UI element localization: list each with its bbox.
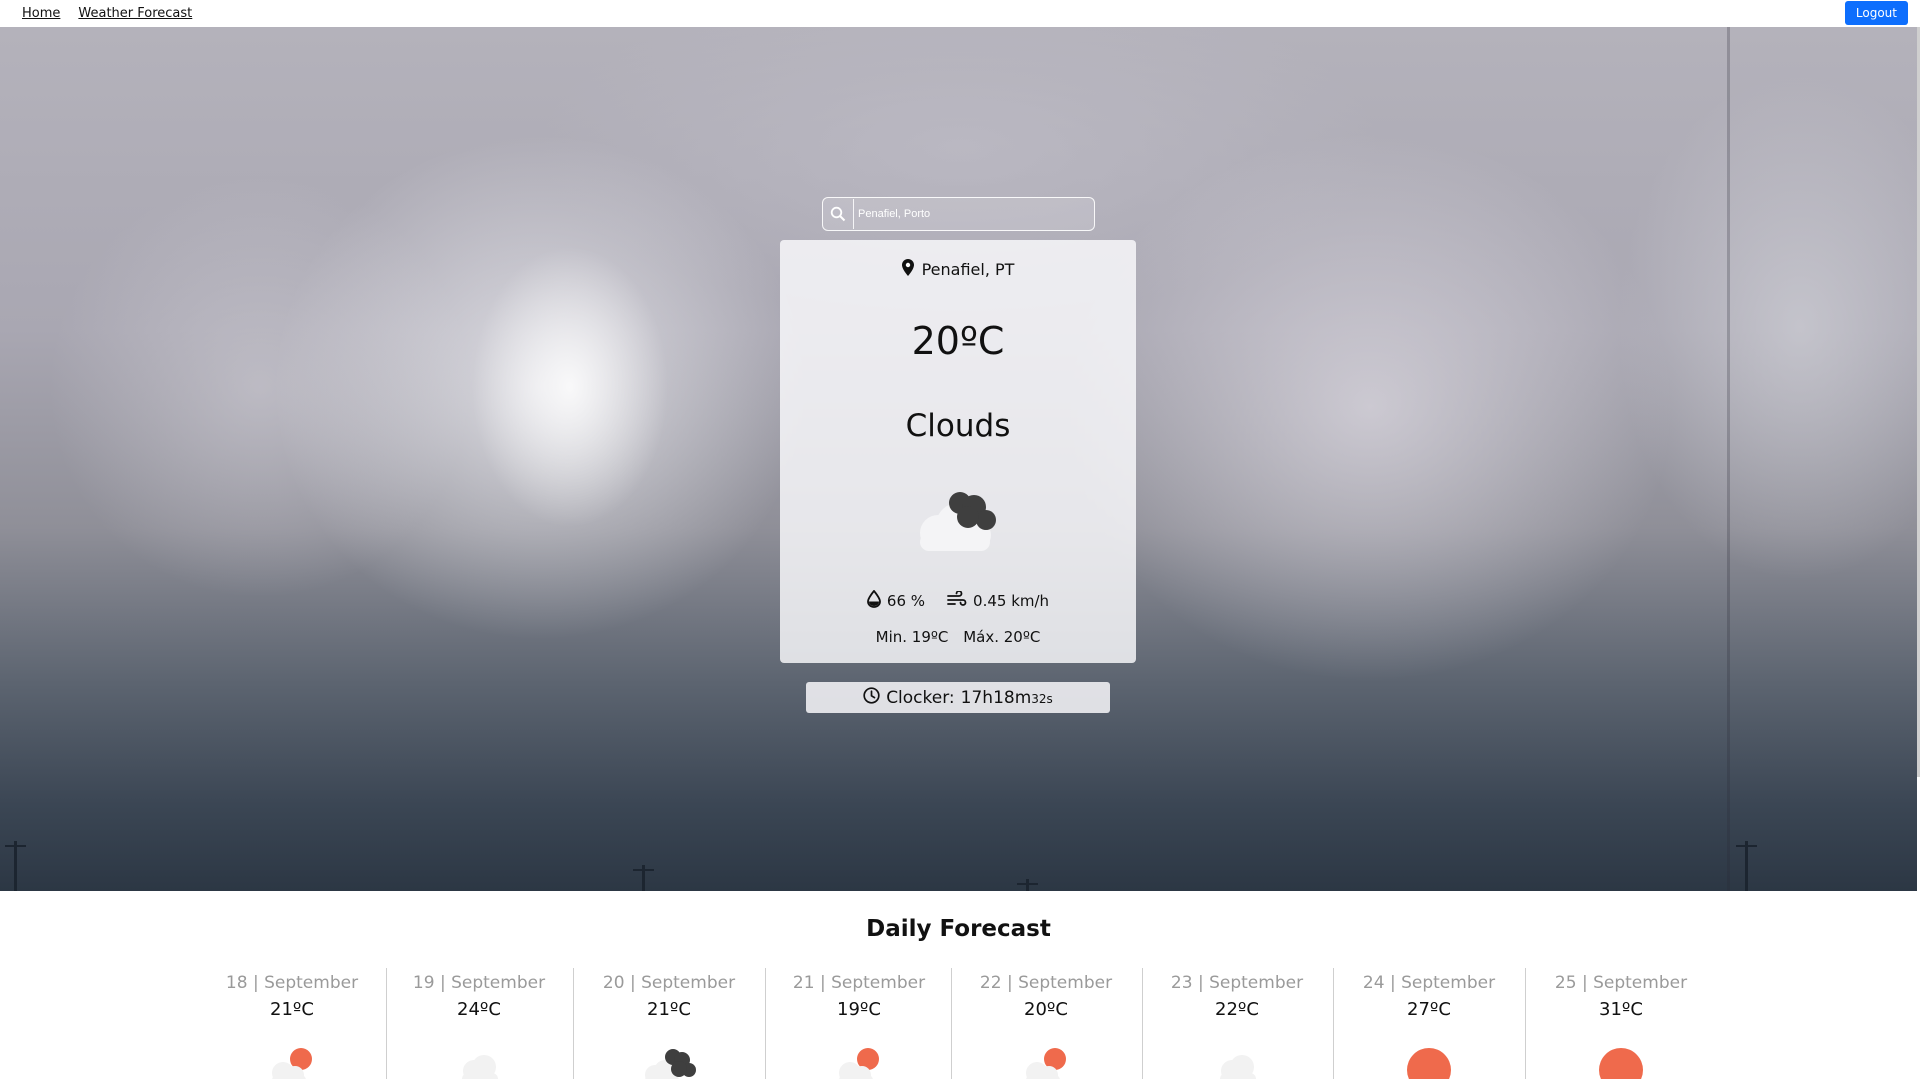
forecast-date: 21 | September [792, 973, 926, 993]
wind-value: 0.45 km/h [973, 592, 1050, 610]
clock-bar: Clocker: 17h18m32s [806, 682, 1110, 713]
forecast-date: 19 | September [412, 973, 546, 993]
nav-link-weather-forecast[interactable]: Weather Forecast [78, 6, 192, 21]
current-weather-card: Penafiel, PT 20ºC Clouds 66 % 0.45 km/h … [780, 240, 1136, 663]
humidity-value: 66 % [886, 592, 926, 610]
utility-pole [633, 865, 654, 891]
forecast-day: 24 | September 27ºC [1334, 968, 1524, 1079]
search-box [822, 197, 1095, 231]
cloud-icon [1212, 1045, 1262, 1079]
clock-icon [863, 686, 880, 709]
forecast-temp: 27ºC [1407, 999, 1451, 1020]
weather-condition: Clouds [905, 408, 1011, 444]
forecast-temp: 31ºC [1599, 999, 1643, 1020]
cloud-icon [454, 1045, 504, 1079]
humidity-icon [867, 589, 881, 612]
location-name: Penafiel, PT [921, 260, 1015, 279]
daily-forecast-list: 18 | September 21ºC 19 | September 24ºC … [0, 968, 1917, 1079]
forecast-day: 18 | September 21ºC [197, 968, 387, 1079]
wind-icon [947, 590, 967, 611]
partly-cloudy-icon [1021, 1045, 1071, 1079]
clouds-icon [908, 485, 1008, 559]
clock-seconds: 32s [1031, 691, 1053, 706]
forecast-day: 22 | September 20ºC [951, 968, 1141, 1079]
current-temperature: 20ºC [911, 319, 1005, 363]
forecast-temp: 21ºC [270, 999, 314, 1020]
forecast-date: 24 | September [1362, 973, 1496, 993]
map-pin-icon [901, 259, 914, 280]
search-input[interactable] [854, 199, 1094, 229]
weather-stats: 66 % 0.45 km/h [780, 589, 1136, 612]
search-icon[interactable] [823, 199, 854, 229]
forecast-temp: 19ºC [837, 999, 881, 1020]
forecast-day: 21 | September 19ºC [764, 968, 954, 1079]
utility-pole [5, 841, 26, 891]
forecast-temp: 20ºC [1024, 999, 1068, 1020]
partly-cloudy-icon [834, 1045, 884, 1079]
forecast-date: 25 | September [1554, 973, 1688, 993]
logout-button[interactable]: Logout [1844, 1, 1908, 25]
top-navbar: Home Weather Forecast Logout [0, 0, 1920, 27]
forecast-day: 25 | September 31ºC [1526, 968, 1716, 1079]
background-seam [1727, 27, 1730, 891]
daily-forecast-title: Daily Forecast [866, 916, 1051, 942]
clock-time: 17h18m [960, 687, 1032, 708]
forecast-date: 23 | September [1170, 973, 1304, 993]
forecast-temp: 22ºC [1215, 999, 1259, 1020]
forecast-day: 20 | September 21ºC [574, 968, 764, 1079]
sun-icon [1404, 1045, 1454, 1079]
nav-link-home[interactable]: Home [22, 6, 60, 21]
forecast-temp: 24ºC [457, 999, 501, 1020]
utility-pole [1017, 879, 1038, 891]
forecast-day: 23 | September 22ºC [1142, 968, 1332, 1079]
clouds-icon [639, 1045, 699, 1079]
forecast-day: 19 | September 24ºC [384, 968, 574, 1079]
utility-pole [1736, 841, 1757, 891]
min-temperature: Min. 19ºC [875, 628, 949, 646]
forecast-date: 22 | September [979, 973, 1113, 993]
forecast-date: 20 | September [602, 973, 736, 993]
location-row: Penafiel, PT [780, 259, 1136, 280]
forecast-date: 18 | September [225, 973, 359, 993]
min-max-row: Min. 19ºC Máx. 20ºC [780, 628, 1136, 646]
sun-icon [1596, 1045, 1646, 1079]
max-temperature: Máx. 20ºC [963, 628, 1041, 646]
forecast-temp: 21ºC [647, 999, 691, 1020]
partly-cloudy-icon [267, 1045, 317, 1079]
clock-label: Clocker: [886, 687, 955, 708]
